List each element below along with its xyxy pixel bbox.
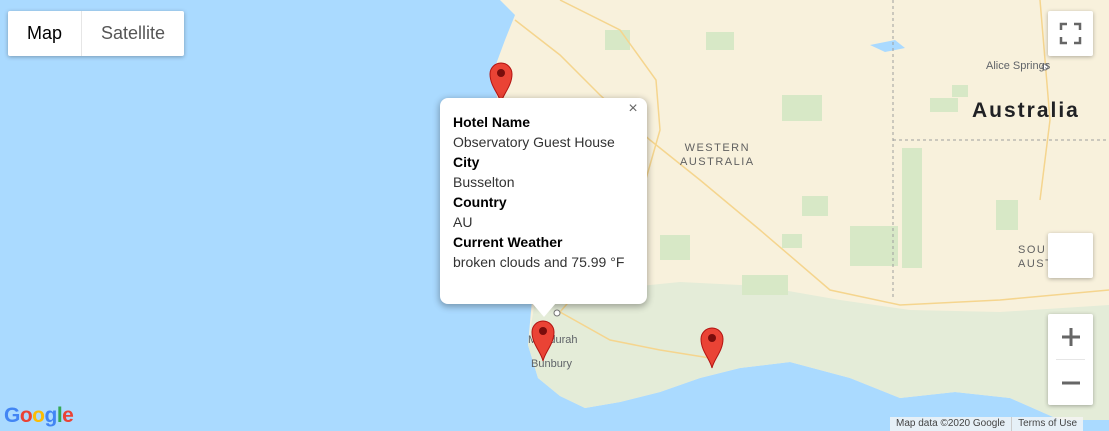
map-type-map-button[interactable]: Map bbox=[8, 11, 83, 56]
plus-icon bbox=[1061, 327, 1080, 346]
map-marker-icon[interactable] bbox=[697, 323, 727, 369]
zoom-out-button[interactable] bbox=[1048, 360, 1093, 405]
logo-letter: o bbox=[19, 404, 33, 427]
city-value: Busselton bbox=[453, 174, 515, 190]
street-view-button[interactable] bbox=[1048, 233, 1093, 278]
google-logo[interactable]: Google bbox=[4, 404, 74, 428]
info-window-tail bbox=[532, 303, 556, 317]
country-label: Country bbox=[453, 194, 507, 210]
region-label-western-australia: WESTERN AUSTRALIA bbox=[680, 141, 755, 169]
map-canvas[interactable]: Alice Springs Australia WESTERN AUSTRALI… bbox=[0, 0, 1109, 431]
region-label-line1: WESTERN bbox=[684, 142, 751, 154]
fullscreen-button[interactable] bbox=[1048, 11, 1093, 56]
logo-letter: e bbox=[62, 404, 74, 427]
map-data-attribution: Map data ©2020 Google bbox=[896, 418, 1006, 429]
logo-letter: o bbox=[32, 404, 45, 427]
map-type-satellite-button[interactable]: Satellite bbox=[82, 11, 184, 56]
logo-letter: G bbox=[4, 404, 20, 427]
map-type-control: Map Satellite bbox=[8, 11, 185, 56]
close-icon[interactable]: × bbox=[624, 100, 642, 118]
info-window: × Hotel Name Observatory Guest House Cit… bbox=[440, 98, 647, 304]
region-label-line2: AUSTRALIA bbox=[680, 156, 755, 168]
hotel-name-label: Hotel Name bbox=[453, 114, 531, 130]
weather-label: Current Weather bbox=[453, 234, 563, 250]
city-label-alice-springs: Alice Springs bbox=[986, 60, 1051, 72]
country-label-australia: Australia bbox=[972, 99, 1080, 122]
terms-of-use-link[interactable]: Terms of Use bbox=[1011, 417, 1083, 431]
logo-letter: g bbox=[44, 404, 58, 427]
map-marker-icon[interactable] bbox=[528, 316, 558, 362]
zoom-control bbox=[1048, 314, 1093, 405]
fullscreen-icon bbox=[1059, 22, 1082, 45]
country-value: AU bbox=[453, 214, 473, 230]
zoom-in-button[interactable] bbox=[1048, 314, 1093, 359]
map-footer: Map data ©2020 Google Terms of Use bbox=[890, 417, 1084, 431]
hotel-name-value: Observatory Guest House bbox=[453, 134, 615, 150]
city-label: City bbox=[453, 154, 480, 170]
weather-value: broken clouds and 75.99 °F bbox=[453, 254, 625, 270]
minus-icon bbox=[1061, 381, 1080, 384]
